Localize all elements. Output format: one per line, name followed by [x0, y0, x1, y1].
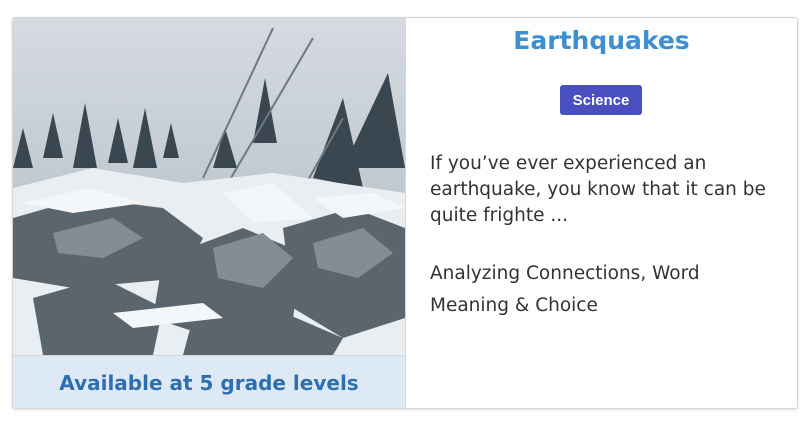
article-skills: Analyzing Connections, Word Meaning & Ch… — [430, 263, 700, 316]
article-card[interactable]: Available at 5 grade levels Earthquakes … — [12, 17, 798, 409]
grade-levels-bar[interactable]: Available at 5 grade levels — [13, 355, 405, 408]
grade-levels-label: Available at 5 grade levels — [59, 370, 359, 395]
subject-badge: Science — [560, 85, 642, 115]
article-title[interactable]: Earthquakes — [406, 26, 797, 55]
article-summary: If you’ve ever experienced an earthquake… — [430, 153, 766, 226]
card-right-panel: Earthquakes Science If you’ve ever exper… — [406, 18, 797, 408]
earthquake-photo[interactable] — [13, 18, 405, 355]
card-left-panel: Available at 5 grade levels — [13, 18, 406, 408]
